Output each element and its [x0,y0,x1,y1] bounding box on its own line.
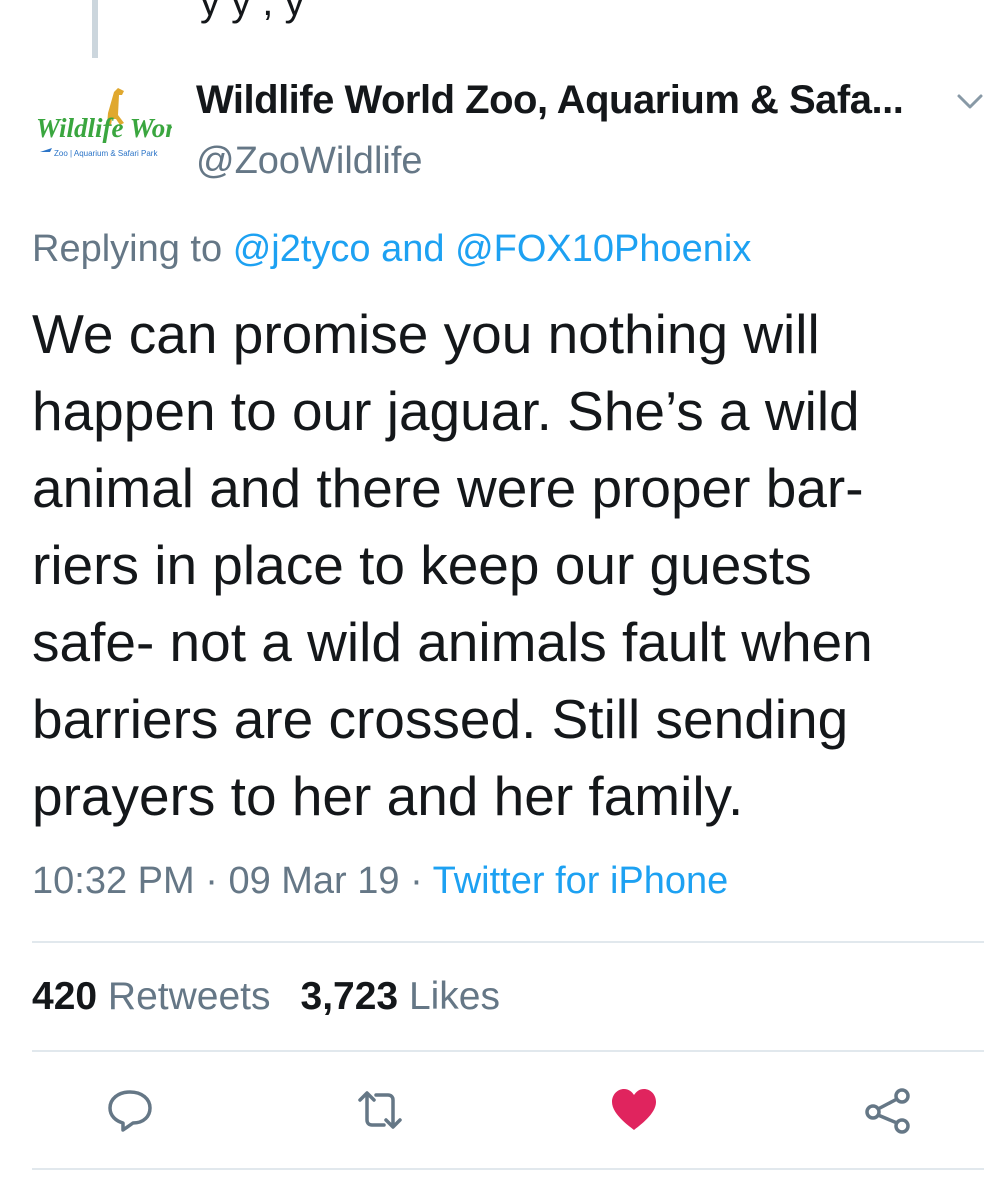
retweets-stat[interactable]: 420 Retweets [32,975,271,1018]
thread-connector-line [92,0,98,58]
mention-fox10phoenix[interactable]: @FOX10Phoenix [455,228,751,270]
replying-to-label: Replying to [32,228,223,270]
reply-button[interactable] [104,1084,156,1136]
tweet-line: prayers to her and her family. [32,765,744,827]
tweet-line: safe- not a wild animals fault when [32,611,873,673]
likes-label: Likes [408,975,500,1018]
author-handle[interactable]: @ZooWildlife [196,140,423,183]
tweet-source-link[interactable]: Twitter for iPhone [433,860,729,902]
share-icon [865,1088,910,1134]
engagement-stats: 420 Retweets 3,723 Likes [32,975,500,1019]
tweet-line: happen to our jaguar. She’s a wild [32,380,860,442]
meta-separator: · [410,860,423,902]
retweet-button[interactable] [354,1084,406,1136]
mention-conjunction[interactable]: and [381,228,444,270]
share-button[interactable] [862,1084,914,1136]
logo-wordmark: Wildlife World [36,113,172,143]
tweet-line: animal and there were proper bar- [32,457,864,519]
reply-icon [108,1090,152,1132]
divider [32,941,984,943]
chevron-down-icon[interactable] [956,92,984,112]
tweet-text: We can promise you nothing will happen t… [32,296,984,835]
retweets-count: 420 [32,975,98,1018]
likes-count: 3,723 [300,975,399,1018]
retweet-icon [358,1091,402,1129]
avatar[interactable]: Wildlife World Zoo | Aquarium & Safari P… [22,70,197,200]
retweets-label: Retweets [107,975,271,1018]
heart-icon [612,1089,656,1130]
replying-to-line: Replying to @j2tyco and @FOX10Phoenix [32,228,751,271]
likes-stat[interactable]: 3,723 Likes [301,975,501,1018]
tweet-meta: 10:32 PM · 09 Mar 19 · Twitter for iPhon… [32,860,728,903]
tweet-line: We can promise you nothing will [32,303,820,365]
logo-subtext: Zoo | Aquarium & Safari Park [54,149,158,158]
divider [32,1168,984,1170]
like-button[interactable] [608,1084,660,1136]
meta-separator: · [205,860,218,902]
tweet-line: barriers are crossed. Still sending [32,688,849,750]
previous-tweet-fragment: y y , y [200,0,305,24]
tweet-date[interactable]: 09 Mar 19 [228,860,399,902]
author-display-name[interactable]: Wildlife World Zoo, Aquarium & Safa... [196,78,904,123]
wildlife-world-logo: Wildlife World Zoo | Aquarium & Safari P… [33,71,197,199]
mention-j2tyco[interactable]: @j2tyco [233,228,371,270]
tweet-line: riers in place to keep our guests [32,534,812,596]
tweet-time[interactable]: 10:32 PM [32,860,195,902]
divider [32,1050,984,1052]
